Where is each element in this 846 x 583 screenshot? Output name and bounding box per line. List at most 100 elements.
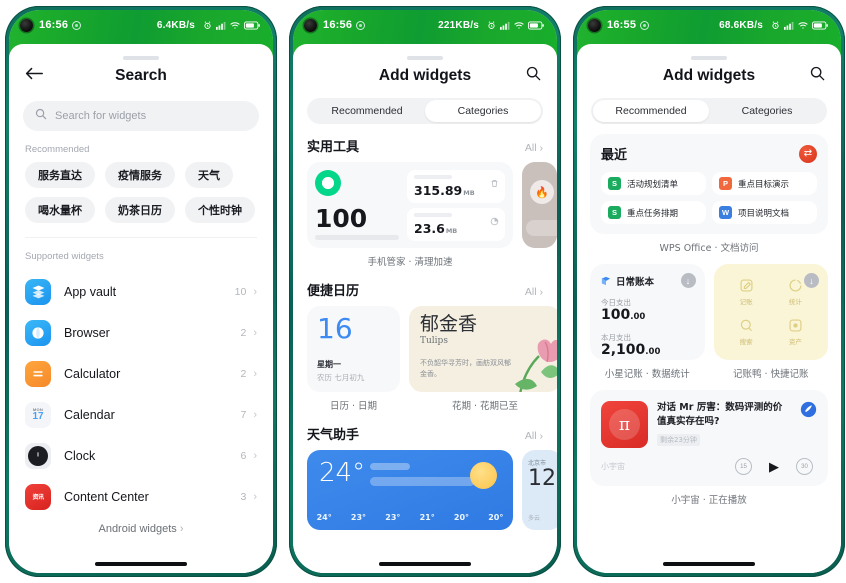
- trash-icon: [490, 175, 499, 193]
- flower-card[interactable]: 郁金香 Tulips 不负韶华寻芳时，画舫双风郁金香。: [409, 306, 557, 392]
- skip-back-15-icon[interactable]: 15: [735, 458, 752, 475]
- placeholder-bar: [370, 463, 410, 470]
- tab-categories[interactable]: Categories: [709, 100, 825, 122]
- ledger-card[interactable]: 日常账本 今日支出 100.00 本月支出 2,100.00 ↓: [590, 264, 705, 360]
- android-widgets-link[interactable]: Android widgets ›: [9, 517, 273, 535]
- accelerate-tile[interactable]: 23.6MB: [407, 208, 505, 241]
- section-title: 天气助手: [307, 428, 360, 443]
- quick-ledger-card[interactable]: 记账 统计 搜索 资产 ↓: [713, 264, 828, 360]
- download-icon[interactable]: ↓: [680, 273, 696, 288]
- list-item-document[interactable]: S 重点任务排期: [601, 201, 706, 224]
- ledger-title: 日常账本: [616, 277, 655, 288]
- play-button-icon[interactable]: ▶: [769, 459, 779, 475]
- chip-milk-tea-calendar[interactable]: 奶茶日历: [105, 197, 175, 223]
- back-arrow-icon[interactable]: [25, 67, 43, 86]
- skip-forward-30-icon[interactable]: 30: [796, 458, 813, 475]
- widget-podcast[interactable]: π 对话 Mr 厉害：数码评测的价值真实存在吗? 剩余23分钟 小宇宙 15 ▶…: [577, 390, 841, 506]
- battery-icon: [528, 21, 544, 30]
- wps-recent-card[interactable]: 最近 S 活动规划清单 P 重点目标演示: [590, 134, 828, 234]
- chevron-right-icon: ›: [253, 367, 257, 380]
- screen-notch-line: [123, 56, 159, 60]
- widget-phone-manager[interactable]: 100 315.89MB 23.6MB 手机管家 · 清理加速: [307, 162, 513, 268]
- browser-icon: [25, 319, 51, 346]
- list-item-content-center[interactable]: 资讯 Content Center 3 ›: [9, 476, 273, 517]
- camera-punch-hole-icon: [304, 18, 317, 32]
- supported-widgets-label: Supported widgets: [25, 251, 104, 262]
- list-item-document[interactable]: P 重点目标演示: [712, 172, 817, 195]
- cleanup-tile[interactable]: 315.89MB: [407, 170, 505, 203]
- list-item-calculator[interactable]: Calculator 2 ›: [9, 353, 273, 394]
- quick-action-search[interactable]: 搜索: [723, 313, 770, 351]
- weather-card[interactable]: 24° 24° 23° 23° 21° 20° 20°: [307, 450, 513, 530]
- podcast-buttons: 15 ▶ 30: [735, 458, 817, 475]
- accelerate-unit: MB: [445, 227, 458, 235]
- status-network-speed: 6.4KB/s: [156, 19, 195, 31]
- section-all-link[interactable]: All ›: [525, 286, 543, 298]
- status-indicator-icon: [356, 20, 366, 30]
- wps-refresh-badge-icon[interactable]: [799, 144, 817, 163]
- weather-partial-card[interactable]: 北京市 12 多云: [522, 450, 557, 530]
- status-bar: 16:56 6.4KB/s: [9, 10, 273, 40]
- search-input[interactable]: Search for widgets: [23, 101, 259, 131]
- widget-quick-ledger[interactable]: 记账 统计 搜索 资产 ↓ 记账鸭 · 快捷记账: [713, 264, 828, 380]
- widget-ledger-stats[interactable]: 日常账本 今日支出 100.00 本月支出 2,100.00 ↓ 小星记账 · …: [590, 264, 705, 380]
- widget-label: 日历 · 日期: [329, 401, 378, 412]
- section-all-link[interactable]: All ›: [525, 430, 543, 442]
- flower-description: 不负韶华寻芳时，画舫双风郁金香。: [420, 359, 511, 378]
- podcast-duration: 剩余23分钟: [657, 433, 700, 446]
- presentation-icon: P: [719, 177, 732, 190]
- tab-recommended[interactable]: Recommended: [593, 100, 709, 122]
- phone-manager-card[interactable]: 100 315.89MB 23.6MB: [307, 162, 513, 248]
- chip-personal-clock[interactable]: 个性时钟: [185, 197, 255, 223]
- list-item-document[interactable]: W 项目说明文档: [712, 201, 817, 224]
- section-title: 便捷日历: [307, 284, 360, 299]
- calendar-card[interactable]: 16 星期一 农历 七月初九: [307, 306, 400, 392]
- status-network-speed: 221KB/s: [438, 19, 479, 31]
- quick-action-assets[interactable]: 资产: [772, 313, 819, 351]
- section-all-link[interactable]: All ›: [525, 142, 543, 154]
- status-network-speed: 68.6KB/s: [719, 19, 763, 31]
- skip-back-label: 15: [740, 463, 747, 470]
- download-icon[interactable]: ↓: [804, 273, 819, 288]
- widget-calendar[interactable]: 16 星期一 农历 七月初九 日历 · 日期: [307, 306, 400, 412]
- pie-chart-icon: [490, 213, 499, 231]
- chip-water-cup[interactable]: 喝水量杯: [25, 197, 95, 223]
- widget-partial-card[interactable]: 🔥: [522, 162, 557, 248]
- search-icon[interactable]: [810, 66, 825, 86]
- wallet-icon: [789, 319, 802, 332]
- search-icon[interactable]: [526, 66, 541, 86]
- chip-epidemic-service[interactable]: 疫情服务: [105, 162, 175, 188]
- alarm-icon: [203, 20, 212, 30]
- widget-row-calendar: 16 星期一 农历 七月初九 日历 · 日期 郁金香 Tulips 不负韶华寻芳…: [293, 306, 557, 412]
- chip-weather[interactable]: 天气: [185, 162, 233, 188]
- chip-service-direct[interactable]: 服务直达: [25, 162, 95, 188]
- list-item-clock[interactable]: Clock 6 ›: [9, 435, 273, 476]
- podcast-app-logo-icon: [800, 401, 817, 418]
- quick-action-record[interactable]: 记账: [723, 273, 770, 311]
- list-item-document[interactable]: S 活动规划清单: [601, 172, 706, 195]
- status-time: 16:56: [39, 19, 69, 31]
- categories-scroll-area[interactable]: 实用工具 All › 100 315.89MB 23.6MB 手机管家 · 清理…: [293, 124, 557, 573]
- weather-hour: 21°: [419, 513, 435, 522]
- status-bar-area: 16:56 221KB/s: [293, 10, 557, 60]
- tab-categories[interactable]: Categories: [425, 100, 541, 122]
- app-name: App vault: [64, 284, 117, 299]
- widget-label: 小星记账 · 数据统计: [604, 369, 690, 380]
- widget-wps-office[interactable]: 最近 S 活动规划清单 P 重点目标演示: [577, 134, 841, 254]
- weather-partial-sub: 多云: [528, 516, 541, 523]
- weather-hour: 23°: [350, 513, 367, 522]
- list-item-browser[interactable]: Browser 2 ›: [9, 312, 273, 353]
- alarm-icon: [487, 20, 496, 30]
- podcast-card[interactable]: π 对话 Mr 厉害：数码评测的价值真实存在吗? 剩余23分钟 小宇宙 15 ▶…: [590, 390, 828, 486]
- app-name: Calendar: [64, 407, 115, 422]
- all-label: All: [524, 286, 537, 298]
- tab-recommended[interactable]: Recommended: [309, 100, 425, 122]
- section-divider: [25, 237, 257, 238]
- recommended-scroll-area[interactable]: 最近 S 活动规划清单 P 重点目标演示: [577, 124, 841, 573]
- decor-bar: [526, 220, 557, 236]
- list-item-app-vault[interactable]: App vault 10 ›: [9, 271, 273, 312]
- decor-icon: 🔥: [530, 180, 554, 204]
- widget-flower[interactable]: 郁金香 Tulips 不负韶华寻芳时，画舫双风郁金香。 花期 · 花期已至: [409, 306, 557, 412]
- list-item-calendar[interactable]: MON 17 Calendar 7 ›: [9, 394, 273, 435]
- cleanup-size: 315.89: [414, 183, 463, 198]
